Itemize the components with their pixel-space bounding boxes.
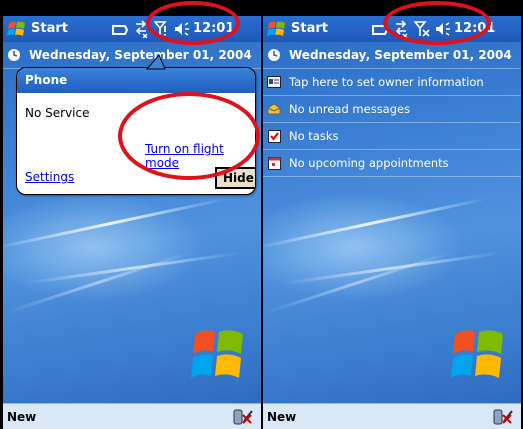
windows-logo bbox=[191, 330, 243, 378]
clock-time[interactable]: 12:01 bbox=[193, 21, 234, 36]
navigation-bar: Start 12:01 bbox=[263, 16, 521, 42]
command-bar: New bbox=[3, 403, 261, 429]
today-date-row[interactable]: Wednesday, September 01, 2004 bbox=[263, 42, 521, 69]
volume-icon[interactable] bbox=[435, 22, 451, 36]
input-panel-icon[interactable] bbox=[233, 407, 255, 427]
tasks-checkbox-icon bbox=[267, 129, 281, 143]
right-device-screen: Start 12:01 Wednesday, September 01, 200… bbox=[263, 16, 521, 429]
today-item-label: No unread messages bbox=[289, 102, 411, 116]
volume-icon[interactable] bbox=[174, 22, 190, 36]
comparison-frame: Start 12:01 Wednesday, September 01, 200… bbox=[0, 0, 523, 429]
today-item-label: Tap here to set owner information bbox=[289, 75, 484, 89]
signal-no-service-icon[interactable] bbox=[154, 20, 168, 38]
clock-icon bbox=[267, 48, 281, 62]
today-item-owner-info[interactable]: Tap here to set owner information bbox=[263, 69, 521, 96]
today-date-text: Wednesday, September 01, 2004 bbox=[289, 48, 512, 62]
calendar-icon bbox=[267, 156, 281, 170]
popup-pointer-tail bbox=[145, 54, 166, 70]
today-date-row[interactable]: Wednesday, September 01, 2004 bbox=[3, 42, 261, 69]
start-menu-label[interactable]: Start bbox=[31, 21, 68, 36]
phone-settings-link[interactable]: Settings bbox=[25, 170, 74, 184]
today-item-appointments[interactable]: No upcoming appointments bbox=[263, 150, 521, 177]
connectivity-icon[interactable] bbox=[371, 24, 389, 36]
today-item-messages[interactable]: No unread messages bbox=[263, 96, 521, 123]
left-device-screen: Start 12:01 Wednesday, September 01, 200… bbox=[3, 16, 261, 429]
input-panel-icon[interactable] bbox=[493, 407, 515, 427]
navigation-bar: Start 12:01 bbox=[3, 16, 261, 42]
hide-button[interactable]: Hide bbox=[215, 167, 255, 189]
data-connection-icon[interactable] bbox=[133, 20, 149, 38]
today-date-text: Wednesday, September 01, 2004 bbox=[29, 48, 252, 62]
phone-popup-title: Phone bbox=[17, 68, 255, 93]
data-connection-icon[interactable] bbox=[393, 20, 409, 38]
signal-off-flight-mode-icon[interactable] bbox=[414, 20, 430, 38]
start-menu-label[interactable]: Start bbox=[291, 21, 328, 36]
phone-status-text: No Service bbox=[25, 106, 90, 120]
today-item-label: No upcoming appointments bbox=[289, 156, 449, 170]
windows-flag-icon[interactable] bbox=[267, 20, 287, 38]
envelope-icon bbox=[267, 102, 281, 116]
command-bar: New bbox=[263, 403, 521, 429]
clock-time[interactable]: 12:01 bbox=[454, 21, 495, 36]
today-item-tasks[interactable]: No tasks bbox=[263, 123, 521, 150]
connectivity-icon[interactable] bbox=[111, 24, 129, 36]
clock-icon bbox=[7, 48, 21, 62]
new-menu-button[interactable]: New bbox=[267, 410, 296, 424]
turn-on-flight-mode-link[interactable]: Turn on flight mode bbox=[145, 142, 255, 170]
phone-status-popup: Phone No Service Turn on flight mode Set… bbox=[16, 67, 256, 195]
windows-logo bbox=[451, 330, 503, 378]
new-menu-button[interactable]: New bbox=[7, 410, 36, 424]
windows-flag-icon[interactable] bbox=[7, 20, 27, 38]
owner-card-icon bbox=[267, 75, 281, 89]
today-item-label: No tasks bbox=[289, 129, 339, 143]
